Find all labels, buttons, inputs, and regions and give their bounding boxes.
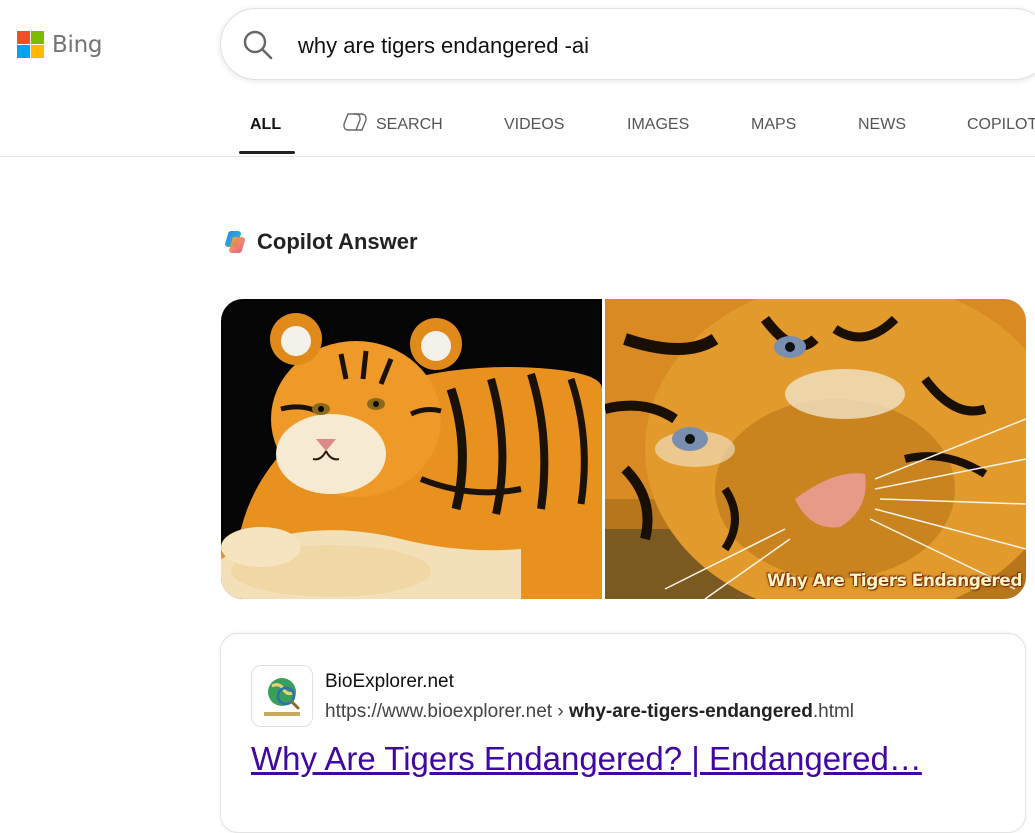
site-favicon[interactable] [251,665,313,727]
globe-magnifier-icon [264,678,300,716]
result-title-link[interactable]: Why Are Tigers Endangered? | Endangered… [251,740,991,778]
tab-images[interactable]: IMAGES [627,116,689,134]
tab-news[interactable]: NEWS [858,116,906,134]
copilot-search-icon [343,113,367,131]
tiger-cub-image[interactable] [221,299,602,599]
copilot-icon [225,231,245,253]
tab-copilot[interactable]: COPILOT [967,116,1035,134]
search-result-card: BioExplorer.net https://www.bioexplorer.… [220,633,1026,833]
search-box[interactable] [220,8,1035,80]
vertical-tabs: ALL SEARCH VIDEOS IMAGES MAPS NEWS COPIL… [0,100,1035,157]
copilot-answer-title: Copilot Answer [257,229,418,254]
tab-maps[interactable]: MAPS [751,116,796,134]
result-site-name: BioExplorer.net [325,671,454,692]
microsoft-logo-icon [17,31,44,58]
copilot-answer-header: Copilot Answer [222,229,418,255]
tab-search[interactable]: SEARCH [376,116,443,134]
search-icon[interactable] [242,29,274,61]
bing-logo[interactable]: Bing [17,31,102,58]
tiger-face-image[interactable]: Why Are Tigers Endangered [605,299,1026,599]
image-caption: Why Are Tigers Endangered [766,571,1023,591]
tab-all[interactable]: ALL [250,116,281,134]
search-input[interactable] [298,31,998,61]
result-url[interactable]: https://www.bioexplorer.net › why-are-ti… [325,701,854,723]
copilot-image-strip: Why Are Tigers Endangered [221,299,1026,599]
brand-name: Bing [52,31,103,58]
active-tab-indicator [239,151,295,154]
tab-videos[interactable]: VIDEOS [504,116,564,134]
